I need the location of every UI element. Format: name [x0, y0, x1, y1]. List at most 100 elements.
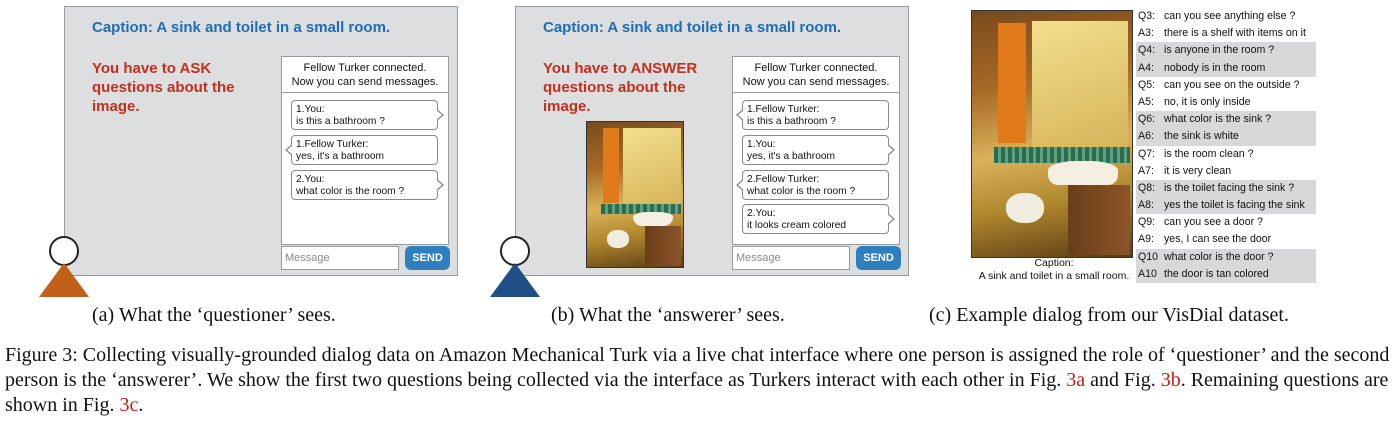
chat-message: 1.Fellow Turker: is this a bathroom ? [736, 100, 889, 130]
bubble-tail [736, 109, 744, 121]
message-text: what color is the room ? [296, 186, 405, 197]
send-button[interactable]: SEND [405, 246, 450, 270]
dialog-label: Q9: [1138, 216, 1156, 229]
dialog-label: Q3: [1138, 10, 1156, 22]
questioner-avatar-head [49, 236, 79, 266]
dialog-text: is the toilet facing the sink ? [1164, 181, 1295, 194]
dialog-text: the door is tan colored [1164, 267, 1269, 280]
dialog-label: Q5: [1138, 78, 1156, 91]
answerer-interface: Caption: A sink and toilet in a small ro… [515, 6, 909, 276]
image-caption: Caption: A sink and toilet in a small ro… [543, 19, 842, 36]
message-input[interactable]: Message [281, 246, 399, 270]
dialog-label: A9: [1138, 233, 1154, 246]
bubble-tail [285, 144, 293, 156]
answerer-avatar-head [500, 236, 530, 266]
figure-ref-link[interactable]: 3b [1161, 369, 1181, 391]
dialog-label: A6: [1138, 130, 1154, 143]
dialog-label: Q7: [1138, 147, 1156, 160]
answerer-avatar-body [490, 263, 540, 297]
dialog-label: A4: [1138, 61, 1154, 74]
message-sender: 1.Fellow Turker: [747, 104, 820, 115]
dialog-row: Q4: is anyone in the room ? [1136, 42, 1316, 60]
dialog-text: can you see on the outside ? [1164, 78, 1300, 91]
dialog-text: can you see anything else ? [1164, 10, 1296, 22]
message-sender: 2.You: [747, 208, 776, 219]
chat-status-line-2: Now you can send messages. [742, 76, 890, 88]
chat-header: Fellow Turker connected. Now you can sen… [282, 57, 448, 93]
dialog-label: Q8: [1138, 181, 1156, 194]
dialog-text: yes the toilet is facing the sink [1164, 199, 1305, 212]
dialog-label: A8: [1138, 199, 1154, 212]
questioner-avatar-body [39, 263, 89, 297]
message-sender: 1.You: [296, 104, 325, 115]
message-input[interactable]: Message [732, 246, 850, 270]
message-text: is this a bathroom ? [747, 116, 836, 127]
photo-caption-label: Caption: [1034, 257, 1074, 269]
message-text: yes, it's a bathroom [296, 151, 385, 162]
chat-message: 2.You: it looks cream colored [742, 204, 895, 234]
bubble-tail [887, 213, 895, 225]
instruction-text: You have to ANSWER questions about the i… [543, 60, 698, 115]
dialog-list: Q3: can you see anything else ? A3: there … [1136, 8, 1316, 283]
dialog-text: the sink is white [1164, 130, 1239, 143]
dialog-row: A10 the door is tan colored [1136, 265, 1316, 283]
message-text: what color is the room ? [747, 186, 856, 197]
dialog-text: is the room clean ? [1164, 147, 1254, 160]
dialog-row: Q9: can you see a door ? [1136, 214, 1316, 231]
message-sender: 1.You: [747, 139, 776, 150]
dialog-text: can you see a door ? [1164, 216, 1263, 229]
bubble-tail [436, 179, 444, 191]
message-text: is this a bathroom ? [296, 116, 385, 127]
chat-window: Fellow Turker connected. Now you can sen… [732, 56, 900, 245]
chat-header: Fellow Turker connected. Now you can sen… [733, 57, 899, 93]
dialog-row: A3: there is a shelf with items on it [1136, 25, 1316, 42]
image-caption: Caption: A sink and toilet in a small ro… [92, 19, 391, 36]
dialog-row: A6: the sink is white [1136, 128, 1316, 146]
figure-ref-link[interactable]: 3a [1066, 369, 1085, 391]
subfigure-label-a: (a) What the ‘questioner’ sees. [92, 304, 336, 326]
chat-message: 1.Fellow Turker: yes, it's a bathroom [285, 135, 438, 165]
bathroom-image-large [971, 10, 1133, 258]
bubble-tail [736, 179, 744, 191]
dialog-row: A9: yes, I can see the door [1136, 231, 1316, 248]
dialog-row: A5: no, it is only inside [1136, 94, 1316, 111]
dialog-row: Q3: can you see anything else ? [1136, 8, 1316, 25]
dialog-label: A10 [1138, 267, 1157, 280]
chat-window: Fellow Turker connected. Now you can sen… [281, 56, 449, 245]
figure-caption: Figure 3: Collecting visually-grounded d… [5, 343, 1395, 418]
chat-message: 1.You: yes, it's a bathroom [742, 135, 895, 165]
caption-text: and Fig. [1085, 369, 1161, 391]
dialog-row: A8: yes the toilet is facing the sink [1136, 197, 1316, 215]
subfigure-label-c: (c) Example dialog from our VisDial data… [929, 304, 1289, 326]
dialog-label: A7: [1138, 164, 1154, 177]
dialog-row: Q6: what color is the sink ? [1136, 111, 1316, 129]
dialog-text: there is a shelf with items on it [1164, 27, 1306, 40]
chat-message: 1.You: is this a bathroom ? [291, 100, 444, 130]
dialog-label: Q6: [1138, 113, 1156, 126]
dialog-row: A7: it is very clean [1136, 163, 1316, 180]
dialog-text: what color is the sink ? [1164, 113, 1272, 126]
dialog-text: yes, I can see the door [1164, 233, 1272, 246]
dialog-row: A4: nobody is in the room [1136, 59, 1316, 77]
message-text: it looks cream colored [747, 220, 847, 231]
dialog-label: A5: [1138, 95, 1154, 108]
dialog-text: what color is the door ? [1164, 250, 1274, 263]
dialog-text: no, it is only inside [1164, 95, 1251, 108]
dialog-label: Q4: [1138, 44, 1156, 57]
chat-status-line-2: Now you can send messages. [291, 76, 439, 88]
dialog-text: nobody is in the room [1164, 61, 1266, 74]
bubble-tail [887, 144, 895, 156]
dialog-text: is anyone in the room ? [1164, 44, 1275, 57]
chat-message: 2.You: what color is the room ? [291, 170, 444, 200]
questioner-interface: Caption: A sink and toilet in a small ro… [64, 6, 458, 276]
dialog-row: Q8: is the toilet facing the sink ? [1136, 179, 1316, 198]
instruction-text: You have to ASK questions about the imag… [92, 60, 235, 115]
message-sender: 2.Fellow Turker: [747, 174, 820, 185]
subfigure-label-b: (b) What the ‘answerer’ sees. [551, 304, 785, 326]
dialog-row: Q5: can you see on the outside ? [1136, 77, 1316, 94]
dialog-label: A3: [1138, 27, 1154, 40]
figure-ref-link[interactable]: 3c [119, 394, 138, 416]
bathroom-image [586, 121, 684, 268]
send-button[interactable]: SEND [856, 246, 901, 270]
message-sender: 1.Fellow Turker: [296, 139, 369, 150]
